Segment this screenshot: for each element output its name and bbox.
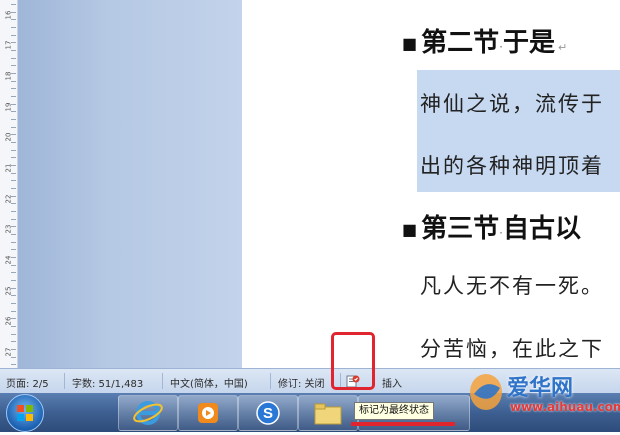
- taskbar-media-player[interactable]: [178, 395, 238, 431]
- status-word-count[interactable]: 字数: 51/1,483: [72, 375, 143, 390]
- sogou-s-icon: S: [256, 401, 280, 425]
- mark-as-final-tooltip: 标记为最终状态: [354, 402, 434, 420]
- ruler-tick: [11, 234, 16, 235]
- body-line[interactable]: 分苦恼，在此之下: [420, 333, 604, 363]
- ruler-tick: [11, 19, 16, 20]
- watermark-url: www.aihuau.com: [510, 400, 620, 414]
- ruler-tick: [11, 96, 16, 97]
- status-divider: [270, 373, 271, 389]
- ruler-tick: [11, 242, 16, 243]
- ruler-tick: [11, 4, 16, 5]
- ruler-tick: [11, 357, 16, 358]
- ruler-tick: [11, 257, 16, 258]
- status-insert-mode[interactable]: 插入: [382, 375, 402, 390]
- heading-bullet: ■: [402, 34, 418, 53]
- ruler-tick: [11, 27, 16, 28]
- ruler-tick: [11, 134, 16, 135]
- ruler-tick: [11, 249, 16, 250]
- body-line[interactable]: 凡人无不有一死。: [420, 270, 604, 300]
- internet-explorer-icon: [133, 401, 163, 425]
- vertical-ruler: 16 17 18 19 20 21 22 23 24 25 26 27: [0, 0, 18, 368]
- ruler-tick: [11, 42, 16, 43]
- document-page[interactable]: ■ 第二节·于是 ↵ 神仙之说，流传于 出的各种神明顶着 ■ 第三节·自古以 凡人无不…: [242, 0, 620, 368]
- document-background: [18, 0, 242, 368]
- ruler-tick: [11, 226, 16, 227]
- ruler-tick: [11, 88, 16, 89]
- ruler-tick: [11, 35, 16, 36]
- ruler-tick: [11, 295, 16, 296]
- ruler-tick: [11, 280, 16, 281]
- ruler-tick: [11, 12, 16, 13]
- ruler-tick: [11, 364, 16, 365]
- ruler-tick: [11, 211, 16, 212]
- body-line[interactable]: 出的各种神明顶着: [420, 150, 604, 180]
- status-page[interactable]: 页面: 2/5: [6, 375, 49, 390]
- ruler-tick: [11, 303, 16, 304]
- paragraph-mark-icon: ↵: [557, 41, 568, 54]
- heading-title: 自古以: [502, 214, 581, 244]
- heading-number: 第二节: [421, 28, 500, 58]
- taskbar-sogou[interactable]: S: [238, 395, 298, 431]
- ruler-tick: [11, 272, 16, 273]
- annotation-box: [331, 332, 375, 390]
- ruler-tick: [11, 326, 16, 327]
- taskbar-internet-explorer[interactable]: [118, 395, 178, 431]
- annotation-underline: [351, 422, 455, 426]
- svg-text:S: S: [263, 405, 273, 422]
- heading-section-3[interactable]: ■ 第三节·自古以: [402, 208, 581, 245]
- ruler-tick: [11, 334, 16, 335]
- ruler-tick: [11, 111, 16, 112]
- status-divider: [64, 373, 65, 389]
- heading-section-2[interactable]: ■ 第二节·于是 ↵: [402, 22, 567, 59]
- ruler-tick: [11, 157, 16, 158]
- ruler-tick: [11, 127, 16, 128]
- folder-icon: [314, 403, 342, 425]
- media-player-icon: [198, 403, 218, 423]
- heading-title: 于是: [502, 28, 555, 58]
- status-language[interactable]: 中文(简体，中国): [170, 375, 248, 390]
- ruler-tick: [11, 203, 16, 204]
- ruler-tick: [11, 58, 16, 59]
- ruler-tick: [11, 341, 16, 342]
- ruler-tick: [11, 119, 16, 120]
- ruler-tick: [11, 311, 16, 312]
- taskbar-explorer[interactable]: [298, 395, 358, 431]
- status-revision[interactable]: 修订: 关闭: [278, 375, 325, 390]
- ruler-tick: [11, 73, 16, 74]
- ruler-tick: [11, 265, 16, 266]
- heading-bullet: ■: [402, 220, 418, 239]
- ruler-tick: [11, 219, 16, 220]
- ruler-tick: [11, 173, 16, 174]
- status-divider: [162, 373, 163, 389]
- ruler-tick: [11, 180, 16, 181]
- ruler-tick: [11, 65, 16, 66]
- ruler-tick: [11, 142, 16, 143]
- ruler-tick: [11, 196, 16, 197]
- windows-logo-icon: [17, 405, 33, 421]
- body-line[interactable]: 神仙之说，流传于: [420, 88, 604, 118]
- ruler-tick: [11, 50, 16, 51]
- heading-number: 第三节: [421, 214, 500, 244]
- ruler-tick: [11, 188, 16, 189]
- ruler-tick: [11, 318, 16, 319]
- ruler-tick: [11, 81, 16, 82]
- watermark-text: 爱华网: [507, 376, 574, 401]
- start-button[interactable]: [6, 394, 44, 432]
- ruler-tick: [11, 165, 16, 166]
- ruler-tick: [11, 288, 16, 289]
- ruler-tick: [11, 349, 16, 350]
- ruler-tick: [11, 150, 16, 151]
- ruler-tick: [11, 104, 16, 105]
